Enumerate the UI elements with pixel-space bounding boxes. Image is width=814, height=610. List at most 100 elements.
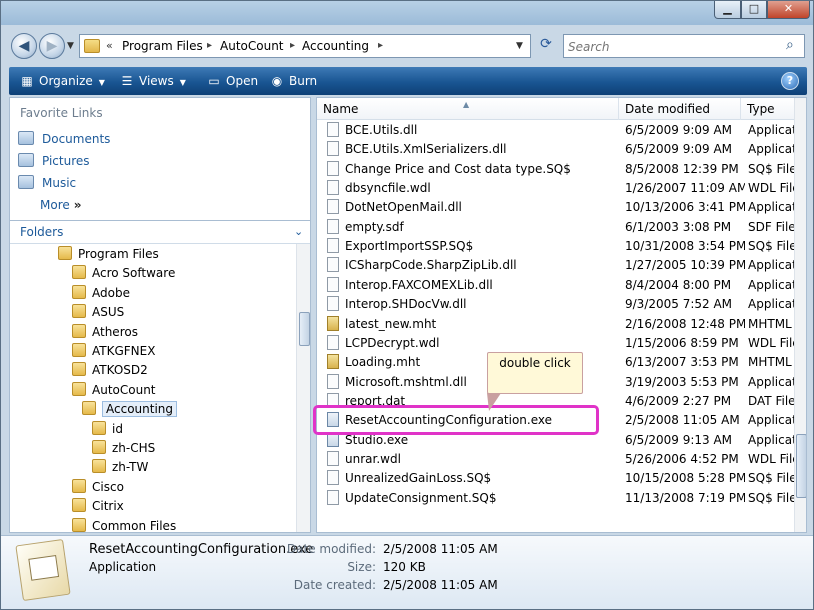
search-box[interactable]: ⌕	[563, 34, 805, 58]
file-row[interactable]: LCPDecrypt.wdl 1/15/2006 8:59 PM WDL File	[317, 334, 795, 353]
breadcrumb-accounting[interactable]: Accounting	[302, 39, 369, 53]
column-header-name[interactable]: Name ▲	[317, 98, 619, 120]
file-name-cell: ExportImportSSP.SQ$	[327, 237, 619, 256]
folders-header[interactable]: Folders ⌄	[10, 220, 310, 244]
chevron-down-icon[interactable]: ⌄	[294, 225, 303, 238]
folder-icon	[72, 381, 86, 396]
tree-item-cisco[interactable]: Cisco	[72, 478, 124, 497]
breadcrumb-separator[interactable]: ▸	[378, 40, 383, 51]
file-row[interactable]: latest_new.mht 2/16/2008 12:48 PM MHTML	[317, 315, 795, 334]
help-button[interactable]: ?	[781, 72, 799, 90]
tree-item-common-files[interactable]: Common Files	[72, 517, 176, 532]
file-row[interactable]: Interop.SHDocVw.dll 9/3/2005 7:52 AM Appli…	[317, 295, 795, 314]
back-button[interactable]: ◀	[11, 33, 37, 59]
tree-item-acro-software[interactable]: Acro Software	[72, 264, 175, 283]
title-bar[interactable]: ▁ □ ✕	[1, 1, 813, 25]
tree-item-asus[interactable]: ASUS	[72, 303, 124, 322]
tree-item-adobe[interactable]: Adobe	[72, 284, 130, 303]
file-name: BCE.Utils.XmlSerializers.dll	[345, 142, 507, 157]
tree-item-label: ATKGFNEX	[92, 344, 156, 358]
file-type-cell: Applicat	[748, 413, 795, 428]
tree-scrollbar[interactable]	[296, 244, 310, 532]
breadcrumb-separator[interactable]: ▸	[207, 40, 212, 51]
more-links[interactable]: More»	[40, 198, 82, 212]
burn-disc-icon: ◉	[271, 74, 283, 88]
favorite-pictures[interactable]: Pictures	[18, 152, 90, 170]
address-dropdown-icon[interactable]: ▼	[516, 41, 523, 51]
tree-item-program-files[interactable]: Program Files	[58, 245, 159, 264]
list-scroll-thumb[interactable]	[796, 434, 806, 498]
tree-item-atkosd2[interactable]: ATKOSD2	[72, 361, 148, 380]
list-scrollbar[interactable]	[794, 98, 806, 532]
address-bar[interactable]: « Program Files ▸ AutoCount ▸ Accounting…	[79, 34, 531, 58]
burn-button[interactable]: ◉ Burn	[269, 72, 317, 90]
tree-item-accounting[interactable]: Accounting	[82, 400, 178, 419]
tree-item-autocount[interactable]: AutoCount	[72, 381, 156, 400]
minimize-button[interactable]: ▁	[714, 1, 741, 19]
breadcrumb-separator[interactable]: ▸	[290, 40, 295, 51]
dll-file-icon	[327, 373, 339, 389]
file-type-cell: SDF File	[748, 219, 795, 234]
close-button[interactable]: ✕	[767, 1, 810, 19]
file-name-cell: UnrealizedGainLoss.SQ$	[327, 469, 619, 488]
file-name: Interop.FAXCOMEXLib.dll	[345, 277, 493, 292]
file-row[interactable]: BCE.Utils.XmlSerializers.dll 6/5/2009 9:0…	[317, 140, 795, 159]
date-created-label: Date created:	[293, 578, 376, 592]
maximize-button[interactable]: □	[741, 1, 767, 19]
tree-item-label: zh-CHS	[112, 441, 156, 455]
chevron-down-icon: ▼	[98, 78, 105, 87]
refresh-icon[interactable]: ⟳	[536, 36, 556, 56]
file-row[interactable]: BCE.Utils.dll 6/5/2009 9:09 AM Applicat	[317, 121, 795, 140]
tree-scroll-thumb[interactable]	[299, 312, 310, 346]
folder-icon	[72, 478, 86, 493]
double-chevron-icon: »	[73, 198, 82, 212]
folder-icon	[82, 401, 96, 416]
file-name-cell: BCE.Utils.dll	[327, 121, 619, 140]
file-row[interactable]: Change Price and Cost data type.SQ$ 8/5/2…	[317, 160, 795, 179]
views-button[interactable]: ☰ Views ▼	[119, 72, 186, 90]
breadcrumb-autocount[interactable]: AutoCount	[220, 39, 284, 53]
tree-item-atkgfnex[interactable]: ATKGFNEX	[72, 342, 155, 361]
search-icon[interactable]: ⌕	[786, 37, 794, 53]
tree-item-citrix[interactable]: Citrix	[72, 497, 124, 516]
file-row[interactable]: UnrealizedGainLoss.SQ$ 10/15/2008 5:28 PM…	[317, 469, 795, 488]
file-date-cell: 1/15/2006 8:59 PM	[625, 335, 739, 350]
favorite-music[interactable]: Music	[18, 174, 76, 192]
size-value: 120 KB	[383, 560, 426, 574]
tree-item-atheros[interactable]: Atheros	[72, 323, 138, 342]
file-row[interactable]: ExportImportSSP.SQ$ 10/31/2008 3:54 PM SQ$…	[317, 237, 795, 256]
tree-item-id[interactable]: id	[92, 420, 123, 439]
breadcrumb-program-files[interactable]: Program Files	[122, 39, 203, 53]
dll-file-icon	[327, 276, 339, 292]
tree-item-zh-chs[interactable]: zh-CHS	[92, 439, 155, 458]
file-row[interactable]: DotNetOpenMail.dll 10/13/2006 3:41 PM Appl…	[317, 198, 795, 217]
file-row[interactable]: UpdateConsignment.SQ$ 11/13/2008 7:19 PM S…	[317, 489, 795, 508]
file-date-cell: 11/13/2008 7:19 PM	[625, 490, 745, 505]
folders-label: Folders	[20, 225, 64, 239]
column-header-date-modified[interactable]: Date modified	[619, 98, 741, 120]
open-button[interactable]: ▭ Open	[206, 72, 258, 90]
file-type-cell: Applicat	[748, 123, 795, 137]
application-icon	[15, 538, 71, 602]
search-input[interactable]	[568, 39, 778, 55]
file-row[interactable]: empty.sdf 6/1/2003 3:08 PM SDF File	[317, 218, 795, 237]
chevron-down-icon: ▼	[179, 78, 186, 87]
address-overflow-chevron[interactable]: «	[106, 39, 113, 52]
favorite-documents[interactable]: Documents	[18, 130, 110, 148]
file-row[interactable]: Interop.FAXCOMEXLib.dll 8/4/2004 8:00 PM A…	[317, 276, 795, 295]
file-file-icon	[327, 334, 339, 350]
organize-button[interactable]: ▦ Organize ▼	[19, 72, 105, 90]
pictures-icon	[18, 153, 34, 167]
file-row[interactable]: dbsyncfile.wdl 1/26/2007 11:09 AM WDL File	[317, 179, 795, 198]
tree-item-label: zh-TW	[112, 460, 149, 475]
detail-file-name: ResetAccountingConfiguration.exe	[89, 542, 314, 557]
tree-item-label: Atheros	[92, 324, 138, 339]
file-row[interactable]: unrar.wdl 5/26/2006 4:52 PM WDL File	[317, 450, 795, 469]
recent-pages-dropdown[interactable]: ▼	[67, 41, 74, 51]
forward-button[interactable]: ▶	[39, 33, 65, 59]
date-modified-label: Date modified:	[286, 542, 376, 556]
tree-item-zh-tw[interactable]: zh-TW	[92, 458, 148, 477]
file-row[interactable]: ICSharpCode.SharpZipLib.dll 1/27/2005 10:…	[317, 256, 795, 275]
file-date-cell: 2/16/2008 12:48 PM	[625, 316, 745, 331]
dll-file-icon	[327, 296, 339, 312]
